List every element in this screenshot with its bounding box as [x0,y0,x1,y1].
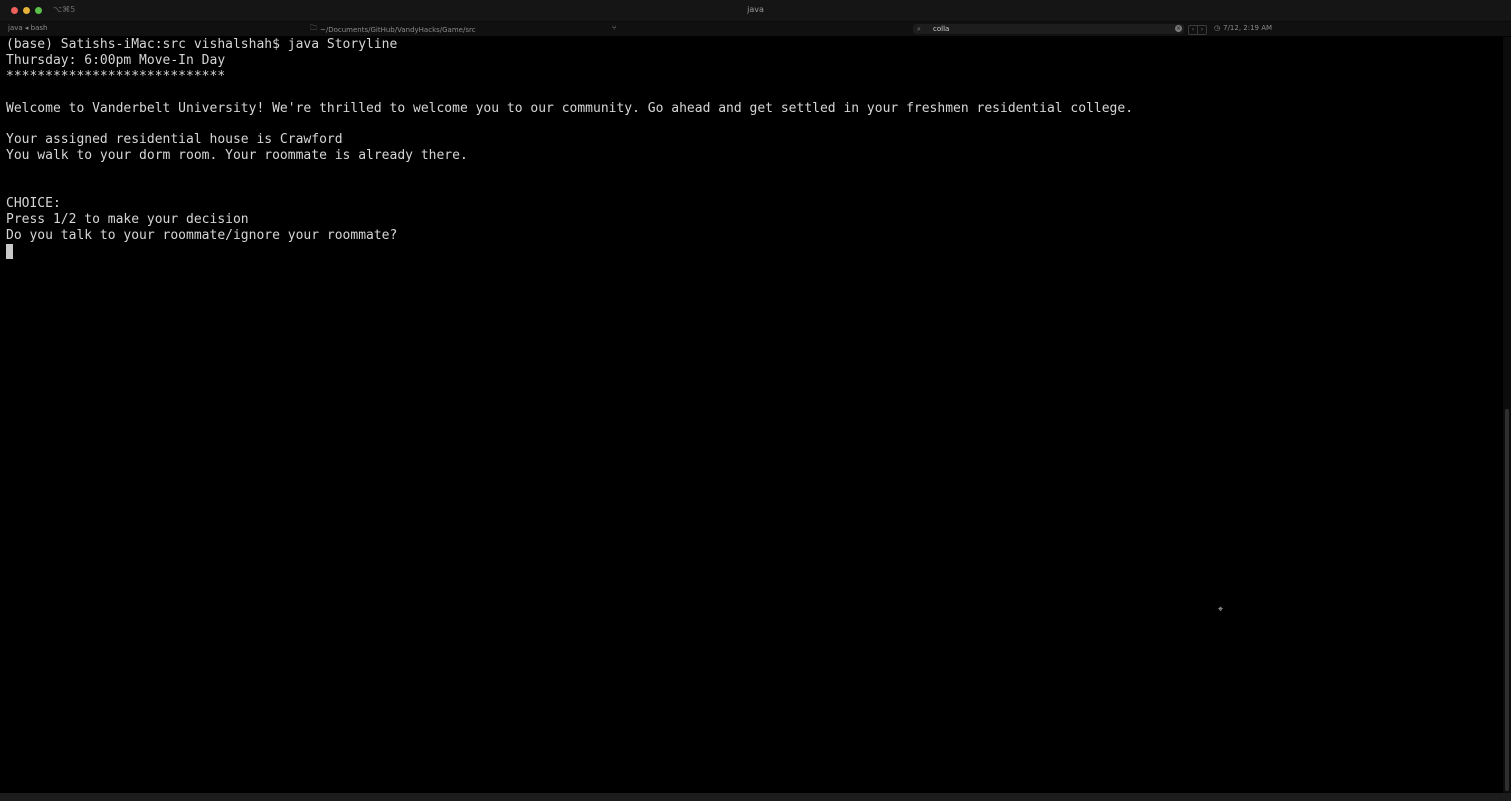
process-label: java ◂ bash [8,24,48,32]
next-match-button[interactable]: › [1198,26,1206,34]
search-icon: ⌕ [917,25,921,33]
scrollbar[interactable] [1503,37,1511,793]
terminal-window: ⌥⌘5 java java ◂ bash 🗀 ~/Documents/GitHu… [0,0,1511,801]
text-cursor [6,243,13,259]
search-navigation: ‹ › [1188,25,1207,35]
terminal-line: Welcome to Vanderbelt University! We're … [6,100,1134,116]
branch-icon[interactable]: ⑂ [612,24,616,32]
clock-icon: ◷ [1214,24,1221,32]
terminal-output[interactable]: (base) Satishs-iMac:src vishalshah$ java… [6,37,1496,793]
search-input[interactable] [933,24,1163,34]
terminal-line: You walk to your dorm room. Your roommat… [6,148,468,164]
prompt-line[interactable] [6,243,1496,260]
mouse-pointer-icon: ⌖ [1218,604,1224,614]
terminal-line: Do you talk to your roommate/ignore your… [6,227,398,243]
clear-search-icon[interactable]: × [1175,25,1182,32]
terminal-line: Thursday: 6:00pm Move-In Day [6,52,226,68]
status-clock: ◷ 7/12, 2:19 AM [1214,24,1272,32]
status-path[interactable]: 🗀 ~/Documents/GitHub/VandyHacks/Game/src [310,24,476,35]
search-field[interactable]: ⌕ × [913,24,1184,34]
clock-label: 7/12, 2:19 AM [1223,24,1273,32]
path-label: ~/Documents/GitHub/VandyHacks/Game/src [320,25,476,34]
previous-match-button[interactable]: ‹ [1189,26,1198,34]
scrollbar-thumb[interactable] [1505,409,1509,791]
terminal-line: **************************** [6,68,226,84]
status-process[interactable]: java ◂ bash [8,24,47,32]
window-bottom-edge [0,793,1511,801]
window-title: java [747,5,764,14]
terminal-line: Press 1/2 to make your decision [6,211,249,227]
status-bar: java ◂ bash 🗀 ~/Documents/GitHub/VandyHa… [0,22,1511,36]
title-bar[interactable]: ⌥⌘5 java [0,0,1511,22]
terminal-line: Your assigned residential house is Crawf… [6,132,343,148]
terminal-line: (base) Satishs-iMac:src vishalshah$ java… [6,37,398,52]
terminal-line: CHOICE: [6,195,61,211]
folder-icon: 🗀 [310,24,317,32]
